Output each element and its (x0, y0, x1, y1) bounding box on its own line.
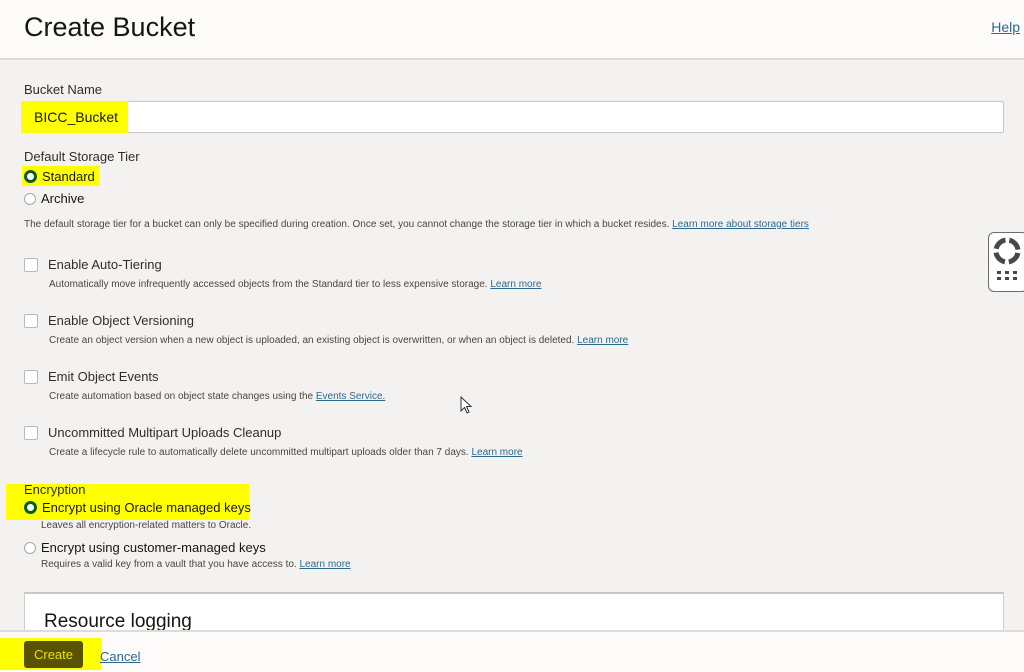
radio-unchecked-icon (24, 541, 36, 554)
multipart-cleanup-learn-more-link[interactable]: Learn more (471, 447, 522, 458)
checkbox-icon (24, 313, 38, 328)
lifebuoy-icon (993, 237, 1021, 280)
events-service-link[interactable]: Events Service. (316, 391, 385, 402)
radio-unchecked-icon (24, 192, 36, 205)
object-versioning-learn-more-link[interactable]: Learn more (577, 335, 628, 346)
oracle-managed-keys-label: Encrypt using Oracle managed keys (42, 500, 251, 515)
object-versioning-description-text: Create an object version when a new obje… (49, 335, 575, 346)
multipart-cleanup-label: Uncommitted Multipart Uploads Cleanup (48, 425, 282, 440)
object-versioning-label: Enable Object Versioning (48, 313, 194, 328)
encryption-label: Encryption (24, 482, 86, 497)
object-versioning-description: Create an object version when a new obje… (49, 335, 628, 346)
auto-tiering-description-text: Automatically move infrequently accessed… (49, 279, 488, 290)
radio-standard-label: Standard (42, 168, 95, 184)
emit-events-description: Create automation based on object state … (49, 391, 385, 402)
customer-keys-learn-more-link[interactable]: Learn more (299, 559, 350, 570)
create-button[interactable]: Create (24, 641, 83, 668)
checkbox-icon (24, 257, 38, 272)
auto-tiering-description: Automatically move infrequently accessed… (49, 279, 541, 290)
radio-customer-managed-keys[interactable]: Encrypt using customer-managed keys (24, 540, 266, 555)
oracle-managed-keys-description: Leaves all encryption-related matters to… (41, 520, 252, 531)
storage-tier-description-text: The default storage tier for a bucket ca… (24, 219, 670, 230)
storage-tier-label: Default Storage Tier (24, 149, 140, 164)
page-title: Create Bucket (24, 12, 196, 42)
mouse-cursor-icon (460, 396, 473, 414)
radio-checked-icon (24, 169, 37, 183)
cancel-link[interactable]: Cancel (100, 649, 140, 664)
storage-tier-description: The default storage tier for a bucket ca… (24, 219, 809, 230)
storage-tiers-link[interactable]: Learn more about storage tiers (672, 219, 809, 230)
emit-events-label: Emit Object Events (48, 369, 159, 384)
radio-oracle-managed-keys[interactable]: Encrypt using Oracle managed keys (24, 500, 251, 515)
customer-managed-keys-label: Encrypt using customer-managed keys (41, 540, 266, 555)
radio-checked-icon (24, 501, 37, 514)
auto-tiering-checkbox[interactable]: Enable Auto-Tiering (24, 257, 162, 272)
radio-archive-label: Archive (41, 191, 85, 206)
checkbox-icon (24, 425, 38, 440)
bucket-name-input[interactable]: BICC_Bucket (21, 101, 1004, 133)
auto-tiering-learn-more-link[interactable]: Learn more (490, 279, 541, 290)
bucket-name-value: BICC_Bucket (21, 101, 129, 133)
customer-managed-keys-description-text: Requires a valid key from a vault that y… (41, 559, 297, 570)
help-widget[interactable] (988, 232, 1024, 292)
multipart-cleanup-description-text: Create a lifecycle rule to automatically… (49, 447, 469, 458)
multipart-cleanup-checkbox[interactable]: Uncommitted Multipart Uploads Cleanup (24, 425, 281, 440)
multipart-cleanup-description: Create a lifecycle rule to automatically… (49, 447, 523, 458)
help-link[interactable]: Help (991, 19, 1020, 35)
emit-events-checkbox[interactable]: Emit Object Events (24, 369, 159, 384)
footer-bar: Create Cancel (0, 630, 1024, 672)
object-versioning-checkbox[interactable]: Enable Object Versioning (24, 313, 194, 328)
emit-events-description-text: Create automation based on object state … (49, 391, 314, 402)
page-header: Create Bucket Help (0, 0, 1024, 60)
auto-tiering-label: Enable Auto-Tiering (48, 257, 162, 272)
checkbox-icon (24, 369, 38, 384)
radio-standard[interactable]: Standard (22, 166, 99, 186)
bucket-name-label: Bucket Name (24, 82, 103, 97)
radio-archive[interactable]: Archive (24, 191, 84, 206)
customer-managed-keys-description: Requires a valid key from a vault that y… (41, 559, 351, 570)
